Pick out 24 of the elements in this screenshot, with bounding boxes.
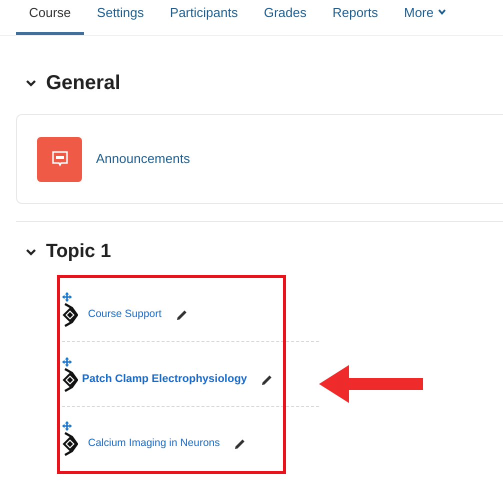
nav-tab[interactable]: Settings	[84, 0, 157, 35]
move-icon[interactable]	[62, 292, 72, 302]
activity-link[interactable]: Announcements	[96, 149, 190, 169]
diamond-icon	[62, 302, 78, 327]
activity-link[interactable]: Patch Clamp Electrophysiology	[82, 371, 248, 388]
nav-tab[interactable]: More	[391, 0, 459, 35]
pencil-icon[interactable]	[176, 308, 188, 321]
section-title: General	[46, 71, 120, 96]
nav-tab[interactable]: Participants	[156, 0, 251, 35]
nav-tab[interactable]: Course	[16, 0, 84, 35]
chevron-icon[interactable]	[25, 78, 37, 88]
forum-icon	[37, 136, 82, 182]
move-icon[interactable]	[62, 356, 72, 366]
diamond-icon	[62, 368, 78, 392]
section-title: Topic 1	[46, 240, 112, 264]
nav-tab[interactable]: Grades	[250, 0, 320, 35]
diamond-icon	[62, 432, 78, 456]
chevron-icon[interactable]	[25, 247, 37, 258]
pencil-icon[interactable]	[234, 438, 246, 450]
activity-link[interactable]: Calcium Imaging in Neurons	[88, 436, 220, 452]
nav-tab[interactable]: Reports	[319, 0, 391, 35]
activity-link[interactable]: Course Support	[88, 306, 162, 323]
pencil-icon[interactable]	[261, 374, 274, 386]
move-icon[interactable]	[62, 421, 72, 432]
